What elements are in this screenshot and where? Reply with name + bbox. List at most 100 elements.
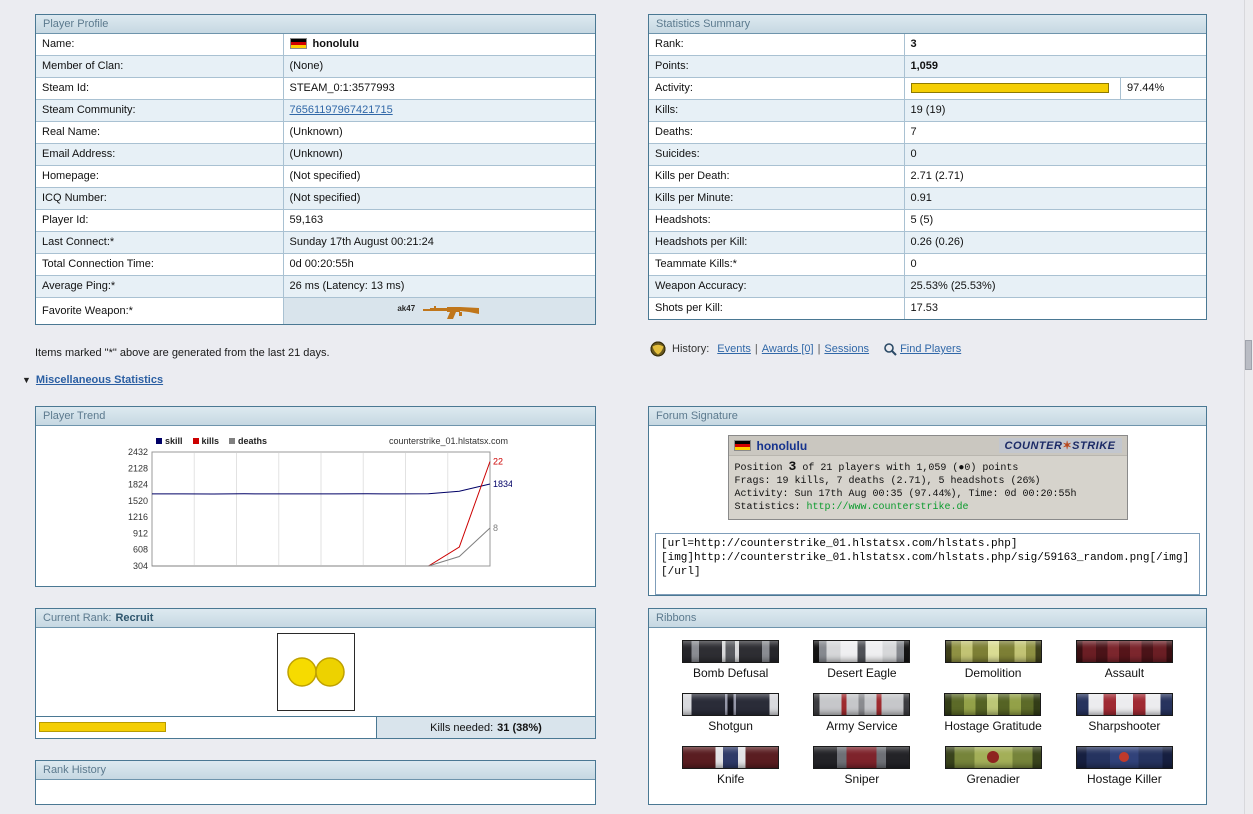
rank-progress-fill (39, 722, 166, 732)
stats-row-label: Headshots per Kill: (649, 232, 904, 254)
find-players-link[interactable]: Find Players (900, 343, 961, 355)
ribbon-label: Desert Eagle (813, 666, 910, 680)
player-name: honolulu (313, 38, 359, 50)
stats-row-label: Points: (649, 56, 904, 78)
stats-row: Kills per Minute:0.91 (649, 188, 1206, 210)
kills-needed-value: 31 (38%) (497, 722, 542, 734)
history-link[interactable]: Sessions (824, 343, 869, 355)
svg-text:2128: 2128 (128, 463, 148, 473)
profile-row: Steam Community:76561197967421715 (36, 100, 595, 122)
rank-insignia-image (277, 633, 355, 711)
legend-swatch (193, 438, 199, 444)
profile-row-value: 26 ms (Latency: 13 ms) (283, 276, 595, 298)
ribbon-image (813, 746, 910, 769)
ribbons-title: Ribbons (649, 609, 1206, 628)
profile-row: Homepage:(Not specified) (36, 166, 595, 188)
history-link[interactable]: Awards [0] (762, 343, 814, 355)
ribbon-label: Knife (682, 772, 779, 786)
ribbon-image (813, 640, 910, 663)
stats-row-value: 19 (19) (904, 100, 1206, 122)
ribbon-label: Grenadier (945, 772, 1042, 786)
miscellaneous-statistics-link[interactable]: Miscellaneous Statistics (36, 374, 163, 386)
ribbon-cell: Hostage Killer (1076, 746, 1173, 786)
ribbon-cell: Knife (682, 746, 779, 786)
ribbon-cell: Bomb Defusal (682, 640, 779, 680)
ribbon-image (1076, 746, 1173, 769)
profile-row-value: STEAM_0:1:3577993 (283, 78, 595, 100)
legend-label: skill (165, 436, 183, 446)
ribbon-cell: Assault (1076, 640, 1173, 680)
ribbon-cell: Demolition (945, 640, 1042, 680)
stats-row-value: 1,059 (904, 56, 1206, 78)
profile-row: ICQ Number:(Not specified) (36, 188, 595, 210)
stats-row-label: Weapon Accuracy: (649, 276, 904, 298)
ribbon-label: Assault (1076, 666, 1173, 680)
profile-row-value: (Not specified) (283, 188, 595, 210)
player-profile-title: Player Profile (36, 15, 595, 34)
stats-row-value: 25.53% (25.53%) (904, 276, 1206, 298)
bbcode-textarea[interactable]: [url=http://counterstrike_01.hlstatsx.co… (655, 533, 1200, 595)
collapse-arrow-icon[interactable]: ▼ (22, 375, 31, 385)
player-profile-table: Name:honoluluMember of Clan:(None)Steam … (36, 34, 595, 324)
stats-row: Points:1,059 (649, 56, 1206, 78)
profile-row: Email Address:(Unknown) (36, 144, 595, 166)
weapon-icon (423, 305, 481, 317)
profile-row-label: Last Connect:* (36, 232, 283, 254)
profile-row-value: 0d 00:20:55h (283, 254, 595, 276)
ribbon-image (682, 693, 779, 716)
stats-row-value: 97.44% (904, 78, 1206, 100)
stats-row-value: 7 (904, 122, 1206, 144)
footnote: Items marked "*" above are generated fro… (35, 347, 596, 359)
ribbon-cell: Sharpshooter (1076, 693, 1173, 733)
ribbon-image (682, 640, 779, 663)
germany-flag-icon (290, 38, 307, 49)
current-rank-title: Current Rank: (43, 612, 111, 624)
favorite-weapon-name: ak47 (397, 304, 415, 313)
history-row: History: Events|Awards [0]|Sessions Find… (650, 341, 961, 357)
profile-row-label: Real Name: (36, 122, 283, 144)
svg-text:608: 608 (133, 545, 148, 555)
link-separator: | (755, 343, 758, 355)
player-profile-panel: Player Profile Name:honoluluMember of Cl… (35, 14, 596, 325)
stats-row-label: Kills: (649, 100, 904, 122)
svg-text:304: 304 (133, 561, 148, 571)
profile-row: Real Name:(Unknown) (36, 122, 595, 144)
ribbon-image (682, 746, 779, 769)
profile-row-label: Homepage: (36, 166, 283, 188)
link-separator: | (818, 343, 821, 355)
rank-stars-icon (284, 652, 348, 692)
stats-row-label: Kills per Death: (649, 166, 904, 188)
profile-row: Player Id:59,163 (36, 210, 595, 232)
stats-row-value: 0 (904, 254, 1206, 276)
ribbon-image (1076, 693, 1173, 716)
profile-row-label: Total Connection Time: (36, 254, 283, 276)
current-rank-name: Recruit (115, 612, 153, 624)
legend-label: deaths (238, 436, 267, 446)
steam-community-link[interactable]: 76561197967421715 (290, 104, 393, 116)
ribbon-label: Shotgun (682, 719, 779, 733)
profile-row: Favorite Weapon:*ak47 (36, 298, 595, 325)
svg-text:1824: 1824 (128, 480, 148, 490)
vertical-scrollbar-thumb[interactable] (1245, 340, 1252, 370)
player-trend-title: Player Trend (36, 407, 595, 426)
ribbon-label: Hostage Killer (1076, 772, 1173, 786)
stats-row-value: 5 (5) (904, 210, 1206, 232)
profile-row-value: (Unknown) (283, 144, 595, 166)
stats-row-value: 3 (904, 34, 1206, 56)
stats-row: Deaths:7 (649, 122, 1206, 144)
stats-row: Kills:19 (19) (649, 100, 1206, 122)
player-trend-chart-wrap: skillkillsdeathscounterstrike_01.hlstats… (108, 434, 512, 577)
activity-percent: 97.44% (1120, 78, 1206, 99)
chart-title: counterstrike_01.hlstatsx.com (389, 436, 508, 446)
vertical-scrollbar-track[interactable] (1244, 0, 1253, 814)
signature-player-name: honolulu (757, 439, 808, 453)
legend-swatch (156, 438, 162, 444)
rank-progress-track (36, 717, 376, 738)
profile-row-value: 59,163 (283, 210, 595, 232)
ribbon-label: Bomb Defusal (682, 666, 779, 680)
legend-item: skill (156, 436, 183, 446)
history-link[interactable]: Events (717, 343, 751, 355)
profile-row: Steam Id:STEAM_0:1:3577993 (36, 78, 595, 100)
page: Player Profile Name:honoluluMember of Cl… (0, 0, 1253, 814)
stats-row: Headshots per Kill:0.26 (0.26) (649, 232, 1206, 254)
